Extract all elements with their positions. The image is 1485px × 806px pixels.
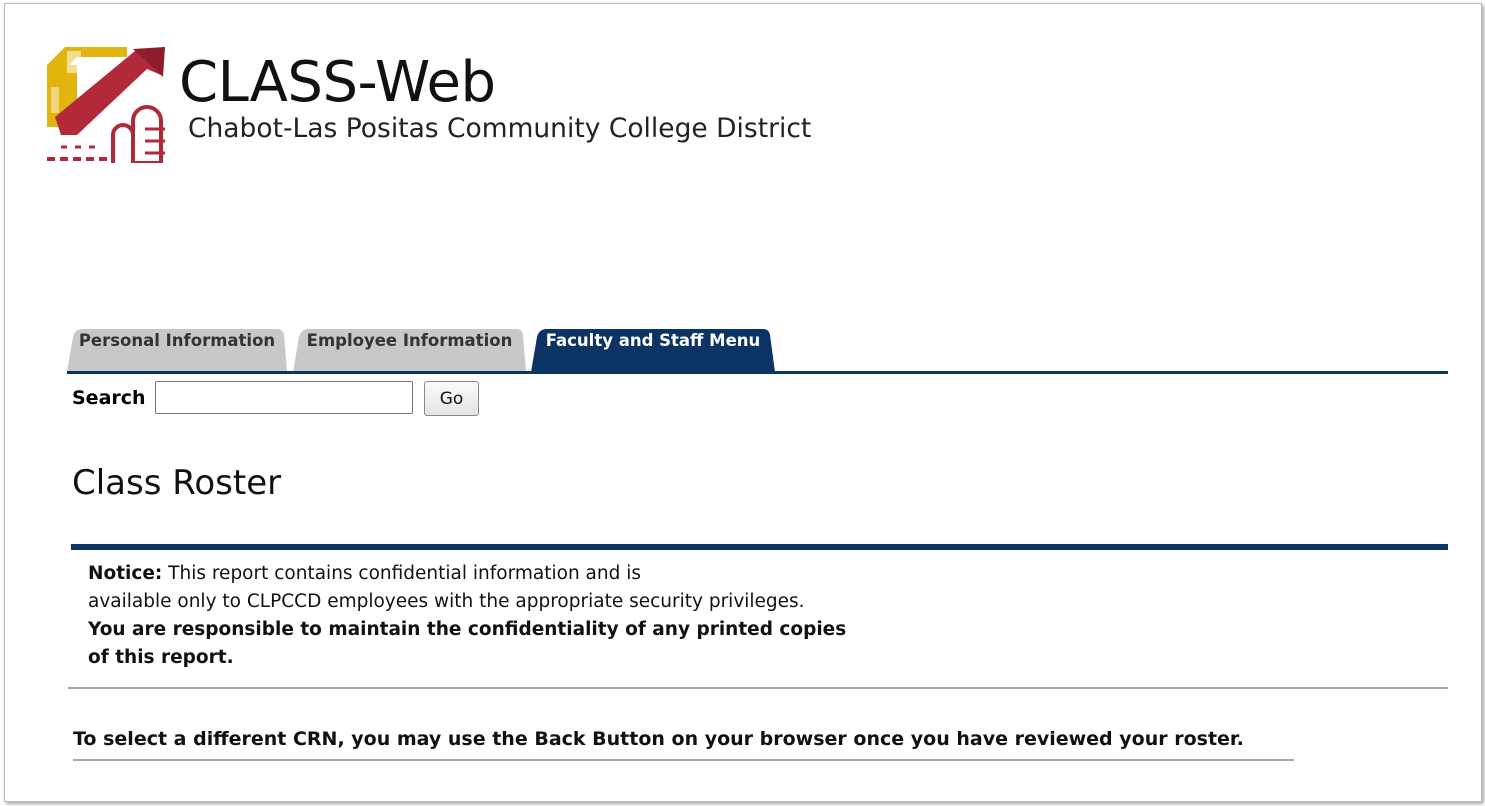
page-frame: CLASS-Web Chabot-Las Positas Community C… [4, 3, 1482, 802]
crn-instruction: To select a different CRN, you may use t… [73, 728, 1244, 750]
notice-line-2: available only to CLPCCD employees with … [88, 591, 805, 612]
tab-label: Personal Information [78, 331, 276, 350]
tab-label: Employee Information [306, 331, 513, 350]
notice-line-1: Notice: This report contains confidentia… [88, 560, 846, 588]
search-label: Search [72, 387, 146, 409]
tab-faculty-and-staff-menu[interactable]: Faculty and Staff Menu [531, 329, 775, 372]
go-button[interactable]: Go [424, 381, 479, 416]
tab-personal-information[interactable]: Personal Information [67, 329, 287, 372]
app-title: CLASS-Web [179, 50, 496, 115]
confidentiality-notice: Notice: This report contains confidentia… [88, 560, 846, 672]
crn-underline [73, 759, 1294, 761]
search-input[interactable] [155, 381, 413, 414]
app-subtitle: Chabot-Las Positas Community College Dis… [188, 113, 812, 144]
notice-top-rule [71, 544, 1448, 550]
notice-line-3: You are responsible to maintain the conf… [88, 619, 847, 640]
notice-heading: Notice: [88, 563, 163, 584]
clpccd-logo-icon [47, 47, 165, 163]
tab-label: Faculty and Staff Menu [545, 331, 761, 350]
notice-line-1-text: This report contains confidential inform… [162, 563, 642, 584]
tab-underline [67, 371, 1448, 374]
page-title: Class Roster [72, 463, 282, 503]
tab-employee-information[interactable]: Employee Information [293, 329, 526, 372]
notice-line-4: of this report. [88, 647, 234, 668]
notice-bottom-rule [68, 687, 1448, 689]
